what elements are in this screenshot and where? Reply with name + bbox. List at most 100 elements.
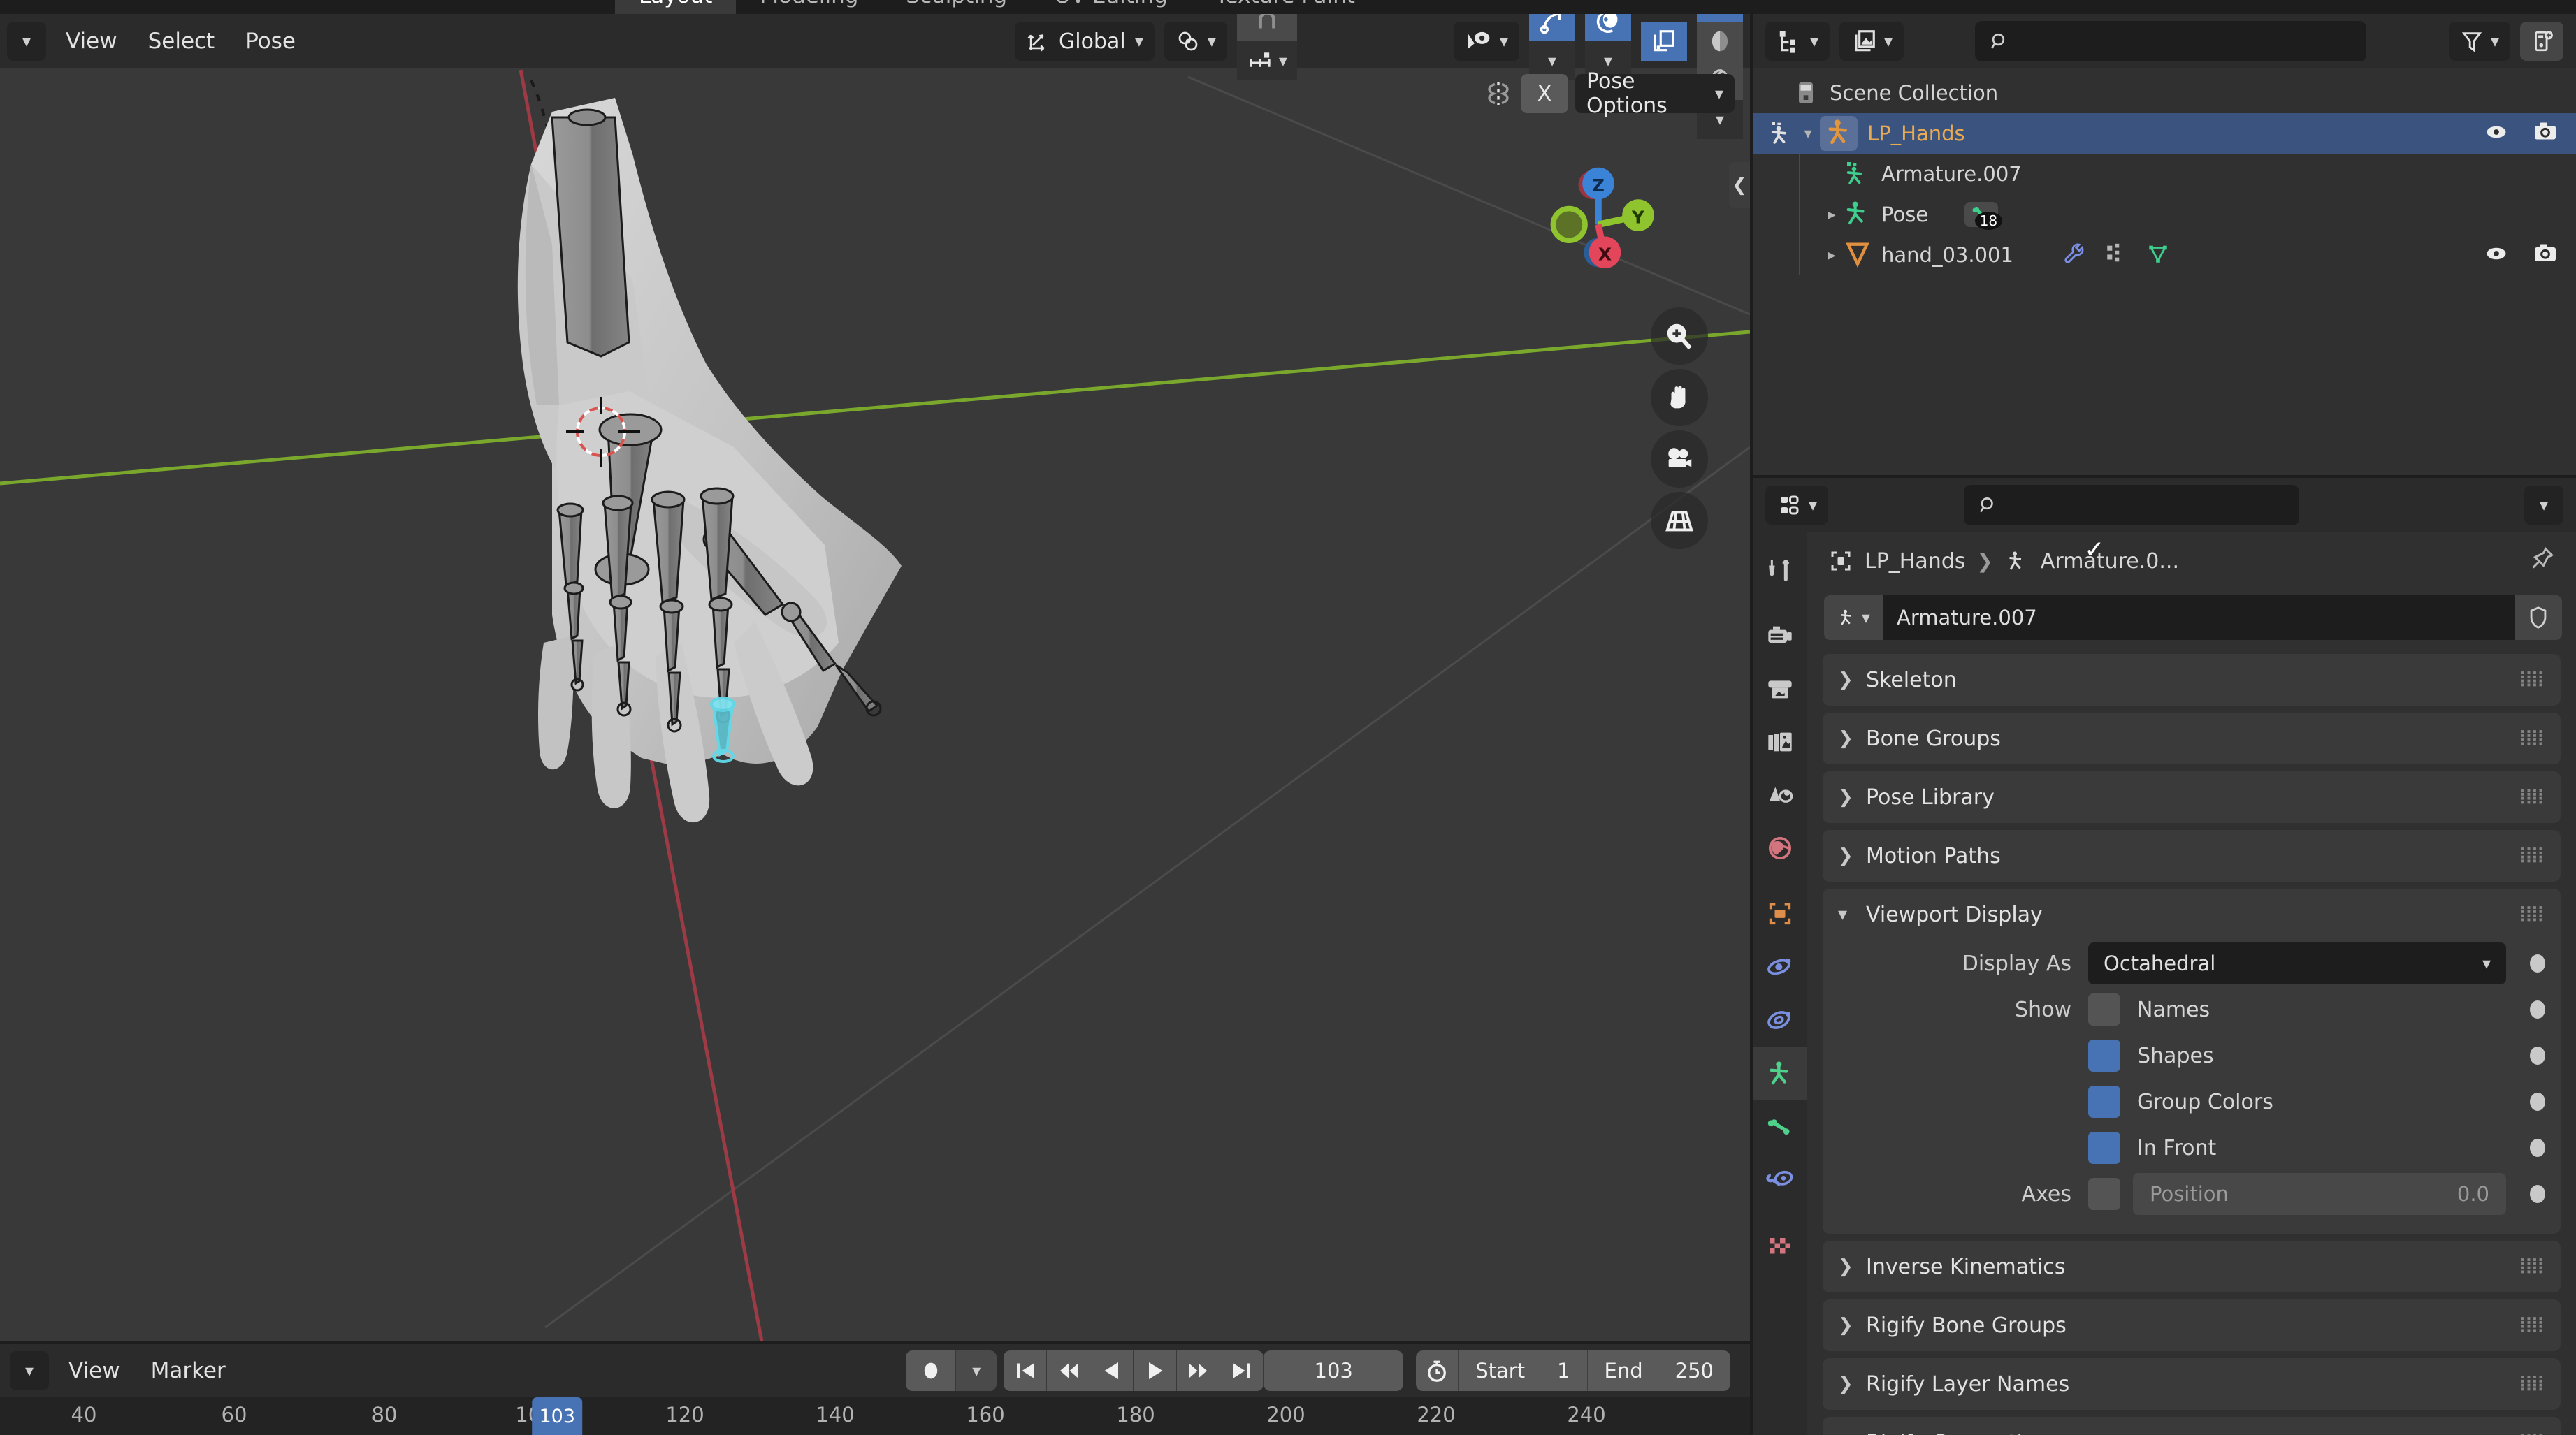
panel-header[interactable]: ❯ Rigify Layer Names bbox=[1823, 1358, 2561, 1410]
animate-property-dot[interactable] bbox=[2530, 1185, 2545, 1203]
transport-next-keyframe-button[interactable] bbox=[1177, 1350, 1221, 1391]
animate-property-dot[interactable] bbox=[2530, 1093, 2545, 1111]
properties-search-input[interactable] bbox=[1964, 485, 2300, 525]
camera-icon[interactable] bbox=[2533, 119, 2558, 147]
x-axis-mirror-button[interactable]: X bbox=[1521, 74, 1568, 113]
mesh-triangle-icon[interactable] bbox=[2146, 242, 2170, 268]
pan-button[interactable] bbox=[1651, 369, 1708, 426]
start-frame-field[interactable]: Start 1 bbox=[1458, 1350, 1586, 1391]
properties-tab-bone[interactable] bbox=[1753, 1100, 1807, 1153]
panel-drag-grip[interactable] bbox=[2521, 1316, 2545, 1334]
checkbox-in-front[interactable]: ✓ bbox=[2085, 538, 2120, 1164]
browse-armature-data-button[interactable]: ▾ bbox=[1824, 595, 1883, 640]
breadcrumb-data-label[interactable]: Armature.0... bbox=[2041, 549, 2179, 574]
viewport-menu-view[interactable]: View bbox=[50, 14, 133, 68]
use-preview-range-button[interactable] bbox=[1416, 1350, 1458, 1391]
disclosure-triangle[interactable]: ▸ bbox=[1820, 206, 1844, 224]
outliner-row-armature-007[interactable]: Armature.007 bbox=[1753, 154, 2576, 194]
outliner-display-mode-dropdown[interactable]: ▾ bbox=[1765, 22, 1830, 61]
auto-keying-group[interactable]: ▾ bbox=[906, 1350, 997, 1391]
camera-icon[interactable] bbox=[2533, 241, 2558, 269]
eye-icon[interactable] bbox=[2484, 119, 2509, 147]
toggle-xray-button[interactable] bbox=[1641, 22, 1687, 61]
end-frame-field[interactable]: End 250 bbox=[1586, 1350, 1730, 1391]
properties-tab-view-layer[interactable] bbox=[1753, 715, 1807, 769]
properties-tab-bone-constraint[interactable] bbox=[1753, 1153, 1807, 1206]
gizmo-toggle[interactable] bbox=[1529, 14, 1575, 41]
shading-solid-button[interactable] bbox=[1697, 14, 1743, 22]
panel-header[interactable]: ❯ Pose Library bbox=[1823, 771, 2561, 823]
panel-header[interactable]: ❯ Inverse Kinematics bbox=[1823, 1241, 2561, 1292]
outliner-filter-collection-dropdown[interactable]: ▾ bbox=[1839, 22, 1904, 61]
viewport-3d[interactable]: ▾ View Select Pose Global ▾ ▾ ▾ ▾ ▾ ▾ ▾ … bbox=[0, 14, 1750, 1341]
properties-tab-tool[interactable] bbox=[1753, 544, 1807, 597]
checkbox-shapes[interactable]: ✓ bbox=[2085, 538, 2120, 1072]
outliner-filter-button[interactable]: ▾ bbox=[2448, 22, 2510, 61]
checkbox-axes[interactable] bbox=[2088, 1178, 2120, 1210]
panel-header[interactable]: ❯ Skeleton bbox=[1823, 654, 2561, 706]
camera-view-button[interactable] bbox=[1651, 430, 1708, 488]
properties-tab-armature-data[interactable] bbox=[1753, 1047, 1807, 1100]
toggle-perspective-button[interactable] bbox=[1651, 492, 1708, 549]
pivot-point-dropdown[interactable]: ▾ bbox=[1164, 22, 1227, 61]
viewport-canvas[interactable] bbox=[0, 14, 1750, 1341]
panel-drag-grip[interactable] bbox=[2521, 847, 2545, 865]
animate-property-dot[interactable] bbox=[2530, 1000, 2545, 1019]
shading-material-button[interactable] bbox=[1697, 22, 1743, 61]
armature-name-field[interactable]: Armature.007 bbox=[1883, 595, 2515, 640]
display-as-dropdown[interactable]: Octahedral ▾ bbox=[2088, 942, 2506, 984]
axes-position-field[interactable]: Position 0.0 bbox=[2133, 1173, 2506, 1215]
checkbox-names[interactable] bbox=[2088, 993, 2120, 1026]
transport-previous-keyframe-button[interactable] bbox=[1047, 1350, 1091, 1391]
breadcrumb-object-label[interactable]: LP_Hands bbox=[1865, 549, 1965, 574]
outliner-row-lp_hands[interactable]: ▾ LP_Hands bbox=[1753, 113, 2576, 154]
panel-drag-grip[interactable] bbox=[2521, 788, 2545, 806]
outliner-row-pose[interactable]: ▸ Pose 18 bbox=[1753, 194, 2576, 235]
transport-jump-to-start-button[interactable] bbox=[1004, 1350, 1048, 1391]
properties-tab-object[interactable] bbox=[1753, 887, 1807, 940]
properties-tab-output[interactable] bbox=[1753, 662, 1807, 715]
viewport-menu-pose[interactable]: Pose bbox=[230, 14, 311, 68]
properties-search-field[interactable] bbox=[2007, 493, 2286, 517]
animate-property-dot[interactable] bbox=[2530, 1047, 2545, 1065]
timeline-ruler[interactable]: 406080100120140160180200220240103 bbox=[0, 1397, 1750, 1435]
properties-tab-world[interactable] bbox=[1753, 822, 1807, 875]
panel-drag-grip[interactable] bbox=[2521, 905, 2545, 924]
xray-group[interactable] bbox=[1641, 22, 1687, 61]
navigation-gizmo[interactable]: Z Y X bbox=[1532, 150, 1665, 283]
timeline-menu-marker[interactable]: Marker bbox=[136, 1344, 241, 1397]
overlays-toggle[interactable] bbox=[1585, 14, 1631, 41]
outliner-search-field[interactable] bbox=[2019, 29, 2353, 53]
vertex-groups-icon[interactable] bbox=[2104, 242, 2128, 268]
timeline-editor-type-button[interactable]: ▾ bbox=[10, 1351, 49, 1390]
playback-transport[interactable] bbox=[1004, 1350, 1264, 1391]
properties-tab-render[interactable] bbox=[1753, 609, 1807, 662]
properties-tab-constraints[interactable] bbox=[1753, 993, 1807, 1047]
outliner-row-hand_03-001[interactable]: ▸ hand_03.001 bbox=[1753, 235, 2576, 275]
timeline-menu-view[interactable]: View bbox=[53, 1344, 136, 1397]
panel-header[interactable]: ❯ Motion Paths bbox=[1823, 830, 2561, 882]
properties-editor-type-dropdown[interactable]: ▾ bbox=[1765, 486, 1829, 525]
current-frame-field[interactable]: 103 bbox=[1264, 1350, 1404, 1391]
panel-header[interactable]: ▾ Viewport Display bbox=[1823, 889, 2561, 940]
snap-magnet-toggle[interactable] bbox=[1236, 14, 1297, 41]
transport-play-reverse-button[interactable] bbox=[1090, 1350, 1134, 1391]
panel-header[interactable]: ▾ Rigify Generation bbox=[1823, 1417, 2561, 1435]
outliner-search-input[interactable] bbox=[1975, 21, 2367, 61]
fake-user-button[interactable] bbox=[2515, 595, 2562, 640]
auto-keying-dropdown[interactable]: ▾ bbox=[956, 1350, 997, 1391]
pose-options-dropdown[interactable]: Pose Options ▾ bbox=[1575, 69, 1735, 118]
disclosure-triangle[interactable]: ▸ bbox=[1820, 247, 1844, 264]
properties-options-dropdown[interactable]: ▾ bbox=[2524, 486, 2563, 525]
transport-jump-to-end-button[interactable] bbox=[1220, 1350, 1264, 1391]
transport-play-button[interactable] bbox=[1134, 1350, 1178, 1391]
mode-selector-button[interactable]: ▾ bbox=[7, 22, 46, 61]
new-collection-button[interactable] bbox=[2520, 22, 2563, 61]
modifier-wrench-icon[interactable] bbox=[2062, 242, 2086, 268]
panel-header[interactable]: ❯ Rigify Bone Groups bbox=[1823, 1299, 2561, 1351]
properties-tab-physics[interactable] bbox=[1753, 940, 1807, 993]
disclosure-triangle[interactable]: ▾ bbox=[1796, 125, 1820, 143]
panel-drag-grip[interactable] bbox=[2521, 671, 2545, 689]
panel-drag-grip[interactable] bbox=[2521, 1258, 2545, 1276]
outliner-row-scene-collection[interactable]: Scene Collection bbox=[1753, 73, 2576, 113]
